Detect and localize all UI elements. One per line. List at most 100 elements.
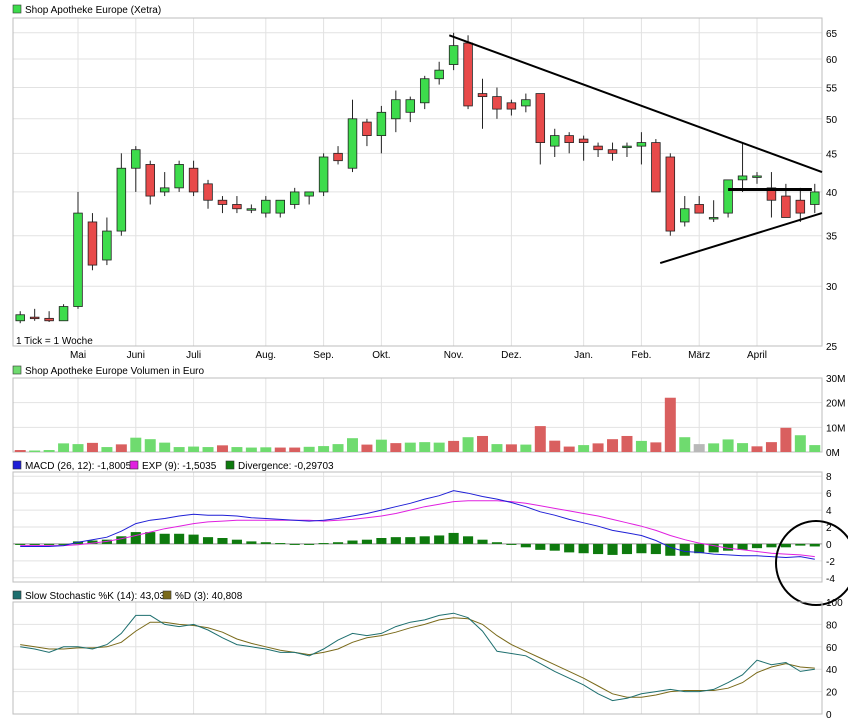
divergence-bar: [564, 543, 575, 553]
macd-y-tick: 0: [826, 540, 832, 551]
stoch-legend-label: Slow Stochastic %K (14): 43,03: [25, 591, 166, 602]
candle-body: [102, 230, 112, 261]
candle-body: [232, 204, 242, 210]
candle-body: [159, 187, 170, 193]
stoch-y-tick: 20: [826, 688, 838, 699]
price-panel-frame: [12, 17, 823, 347]
candle-body: [665, 156, 676, 232]
volume-bar: [520, 444, 532, 452]
month-label: März: [688, 350, 710, 361]
trendline: [448, 34, 823, 174]
divergence-bar: [650, 543, 661, 555]
divergence-bar: [202, 537, 214, 544]
candle-body: [578, 138, 589, 143]
candle-body: [708, 217, 719, 220]
month-label: April: [747, 350, 767, 361]
divergence-bar: [463, 536, 474, 544]
price-y-tick: 25: [826, 342, 838, 353]
candle-body: [188, 167, 199, 193]
volume-bar: [722, 439, 734, 452]
candle-body: [795, 199, 806, 214]
volume-bar: [563, 446, 575, 452]
volume-bar: [679, 437, 691, 452]
candle-body: [73, 212, 83, 307]
candle-body: [723, 179, 733, 214]
volume-bar: [751, 446, 763, 452]
volume-bar: [86, 442, 98, 452]
month-label: Juni: [127, 350, 145, 361]
stock-chart: 253035404550556065Shop Apotheke Europe (…: [12, 4, 848, 721]
stoch-y-tick: 40: [826, 665, 838, 676]
volume-bar: [202, 447, 214, 452]
divergence-bar: [535, 543, 546, 550]
volume-bar: [101, 447, 113, 452]
divergence-bar: [477, 539, 488, 544]
stoch-y-tick: 0: [826, 710, 832, 721]
month-label: Nov.: [444, 350, 464, 361]
volume-bar: [650, 442, 662, 452]
divergence-bar: [390, 537, 401, 544]
divergence-bar: [304, 543, 315, 545]
price-y-tick: 45: [826, 149, 838, 160]
volume-bar: [332, 444, 344, 452]
volume-bar: [794, 435, 806, 452]
volume-bar: [448, 440, 460, 452]
candle-body: [376, 111, 387, 137]
divergence-bar: [260, 542, 271, 544]
volume-bar: [216, 445, 228, 452]
divergence-bar: [361, 539, 372, 544]
candle-body: [781, 195, 791, 218]
divergence-bar: [231, 539, 242, 544]
volume-bar: [14, 450, 26, 452]
candle-body: [434, 69, 444, 80]
candle-body: [521, 99, 531, 107]
divergence-bar: [332, 542, 344, 544]
divergence-bar: [275, 543, 286, 545]
candle-body: [304, 191, 314, 197]
divergence-bar: [44, 543, 55, 545]
month-label: Feb.: [631, 350, 651, 361]
candle-body: [15, 314, 25, 322]
volume-bar: [274, 447, 286, 452]
divergence-bar: [506, 543, 517, 545]
candle-body: [217, 199, 228, 205]
divergence-bar: [520, 543, 531, 548]
volume-bar: [231, 447, 243, 452]
volume-bar: [173, 447, 185, 452]
divergence-bar: [607, 543, 618, 555]
volume-chart-title: Shop Apotheke Europe Volumen in Euro: [25, 366, 204, 377]
divergence-bar: [145, 532, 156, 544]
stoch-panel-frame: [12, 601, 823, 715]
volume-bar: [289, 447, 301, 452]
candle-body: [203, 183, 213, 201]
volume-bar: [635, 440, 647, 452]
volume-bar: [375, 439, 387, 452]
candle-body: [810, 191, 820, 205]
divergence-bar: [159, 533, 170, 544]
candle-body: [261, 199, 271, 214]
candle-body: [318, 156, 329, 193]
volume-bar: [347, 438, 358, 452]
macd-legend-swatch: [129, 460, 139, 470]
candle-body: [463, 42, 473, 107]
divergence-bar: [116, 536, 127, 544]
candle-body: [564, 135, 574, 143]
divergence-bar: [621, 543, 633, 555]
candle-body: [506, 102, 517, 110]
volume-bar: [260, 447, 272, 452]
candle-body: [174, 164, 184, 189]
volume-bar: [693, 444, 705, 452]
price-chart-title: Shop Apotheke Europe (Xetra): [25, 5, 161, 16]
volume-bar: [433, 442, 445, 452]
volume-y-tick: 10M: [826, 423, 845, 434]
stoch-legend-label: %D (3): 40,808: [175, 591, 243, 602]
candle-body: [391, 99, 401, 120]
tick-footnote: 1 Tick = 1 Woche: [16, 336, 93, 347]
stoch-y-tick: 100: [826, 598, 843, 609]
candle-body: [44, 317, 54, 322]
divergence-bar: [188, 534, 199, 544]
volume-bar: [188, 446, 200, 452]
volume-y-tick: 0M: [826, 448, 840, 459]
candle-body: [593, 145, 603, 151]
price-y-tick: 60: [826, 55, 838, 66]
